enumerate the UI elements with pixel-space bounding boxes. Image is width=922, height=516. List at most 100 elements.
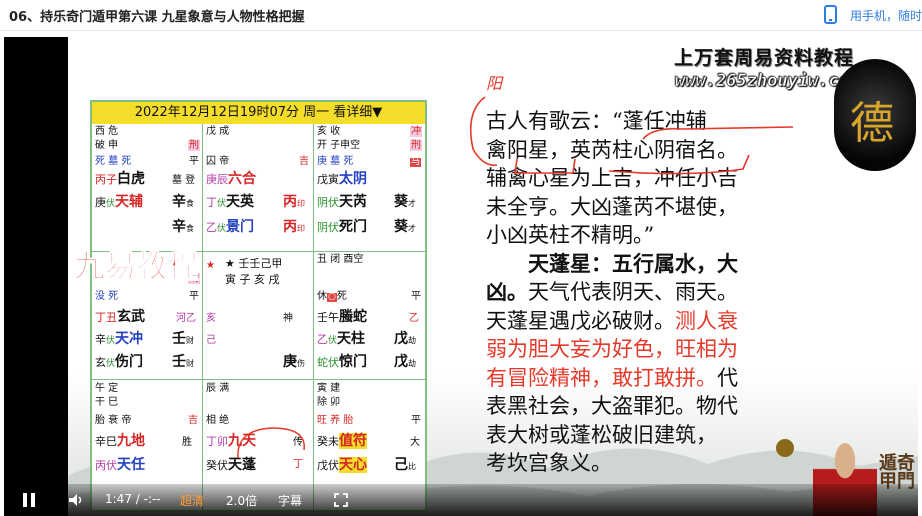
cell-line: 丙印 xyxy=(283,194,305,210)
cell-line: 庚伤 xyxy=(283,354,305,370)
lesson-line: 代 xyxy=(717,365,738,390)
cell-star-line: 戊寅太阴 xyxy=(317,171,367,187)
player-controls: 1:47 / -:-- 超清 2.0倍 字幕 xyxy=(4,484,918,516)
xing-tag: 刑 xyxy=(188,140,200,151)
cell-line: 囚 帝 xyxy=(206,156,230,167)
video-player[interactable]: 2022年12月12日19时07分 周一 看详细▼ 西 危 破 申 刑 死 墓 … xyxy=(4,37,918,516)
cell-star-line: 丙伏天任 xyxy=(95,457,145,473)
cell-line: 戊劫 xyxy=(394,331,416,347)
lesson-highlight: 测人衰 xyxy=(675,308,738,333)
cell-star-line: 丁伏天英 xyxy=(206,194,255,210)
subtitle-button[interactable]: 字幕 xyxy=(278,492,302,509)
watermark-slogan: 上万套周易资料教程 xyxy=(674,47,855,69)
cell-line: 亥 收 xyxy=(317,126,341,137)
cell-line: 胜 xyxy=(182,437,192,448)
xing-tag: 刑 xyxy=(410,140,422,151)
cell-line: 庚 墓 死 xyxy=(317,156,354,167)
jiuyi-watermark: 九易教程 xyxy=(74,249,199,286)
time-display: 1:47 / -:-- xyxy=(105,492,161,506)
cell-line: 胎 衰 帝 xyxy=(95,415,132,426)
cell-line: 寅 建 xyxy=(317,383,341,394)
cell-star-line: 蛇伏惊门 xyxy=(317,354,367,370)
cell-line: 河乙 xyxy=(176,313,196,324)
cell-star-line: 丁丑玄武 xyxy=(95,309,145,325)
fullscreen-icon[interactable] xyxy=(334,493,348,507)
quality-button[interactable]: 超清 xyxy=(180,492,204,509)
cell-line: 平 xyxy=(189,156,199,167)
cell-star-line: 庚伏天辅 xyxy=(95,194,144,210)
cell-line: 相 绝 xyxy=(206,415,230,426)
qimen-chart: 2022年12月12日19时07分 周一 看详细▼ 西 危 破 申 刑 死 墓 … xyxy=(90,100,427,512)
cell-line: 寅 子 亥 戌 xyxy=(225,273,280,286)
cell-line: 死 墓 死 xyxy=(95,156,132,167)
lesson-highlight: 弱为胆大妄为好色，旺相为 xyxy=(486,337,738,361)
cell-star-line: 玄伏伤门 xyxy=(95,354,144,370)
lesson-line: 小凶英柱不精明。” xyxy=(486,223,655,247)
lesson-line: 天蓬星遇戊必破财。 xyxy=(486,308,675,333)
cell-star-line: 丙子白虎 xyxy=(95,171,145,187)
cell-line: 西 危 xyxy=(95,126,119,137)
cell-line: 平 xyxy=(411,415,421,426)
cell-line: 吉 xyxy=(188,415,198,426)
palace-cell: 丑 闭 酉空 休○死 平 壬午螣蛇 乙 乙伏天柱 戊劫 蛇伏惊门 戊劫 xyxy=(314,252,425,380)
cell-line: 丑 闭 酉空 xyxy=(317,254,364,265)
cell-line: 旺 养 胎 xyxy=(317,415,354,426)
lesson-line: 未全亨。大凶蓬芮不堪使， xyxy=(486,194,738,219)
cell-line: 辛食 xyxy=(172,194,194,210)
cell-line: ★ 壬壬己甲 xyxy=(225,257,283,270)
cell-star-line: 壬午螣蛇 xyxy=(317,309,367,325)
cell-line: 神 xyxy=(283,313,293,324)
cell-line: 休○死 xyxy=(317,291,347,302)
volume-icon[interactable] xyxy=(68,493,84,507)
cell-line: 戊劫 xyxy=(394,354,416,370)
cell-star-line: 庚辰六合 xyxy=(206,171,256,187)
cell-line: 丙印 xyxy=(283,219,305,235)
chong-tag: 冲 xyxy=(410,126,422,137)
cell-line: 葵才 xyxy=(394,219,416,235)
cell-line: 大 xyxy=(410,437,420,448)
cell-star-line: 辛巳九地 xyxy=(95,433,145,449)
cell-line: 午 定 xyxy=(95,383,119,394)
pen-annotation xyxy=(237,427,305,459)
lesson-heading: 天蓬星：五行属水，大 xyxy=(528,250,738,276)
cell-star-line: 癸未值符 xyxy=(317,433,367,449)
ma-tag: 马 xyxy=(410,157,422,167)
cell-line: 除 卯 xyxy=(317,397,341,408)
cell-line: 开 子申空 xyxy=(317,140,361,151)
cell-star-line: 戊伏天心 xyxy=(317,457,367,473)
cell-line: 亥 xyxy=(206,313,216,324)
cell-line: 乙 xyxy=(409,313,419,324)
palace-cell: 戊 成 囚 帝 吉 庚辰六合 丁伏天英 丙印 乙伏景门 丙印 xyxy=(203,124,314,252)
cell-line: 没 死 xyxy=(95,291,119,302)
lesson-highlight: 有冒险精神，敢打敢拼。 xyxy=(486,365,717,390)
pause-icon[interactable] xyxy=(23,493,36,507)
cell-line: 辛食 xyxy=(172,219,194,235)
mobile-phone-icon[interactable] xyxy=(824,5,837,24)
cell-line: 己 xyxy=(206,335,216,346)
cell-star-line: 乙伏天柱 xyxy=(317,331,366,347)
lesson-line: 表黑社会，大盗罪犯。物代 xyxy=(486,394,738,418)
course-title: 06、持乐奇门遁甲第六课 九星象意与人物性格把握 xyxy=(9,10,305,25)
lesson-line: 天气代表阴天、雨天。 xyxy=(528,280,738,304)
cell-line: 破 申 xyxy=(95,140,119,151)
speed-button[interactable]: 2.0倍 xyxy=(226,492,257,509)
video-frame: 2022年12月12日19时07分 周一 看详细▼ 西 危 破 申 刑 死 墓 … xyxy=(68,37,918,516)
pen-markings xyxy=(469,96,794,175)
cell-line: 平 xyxy=(411,291,421,302)
seal-icon xyxy=(776,439,794,457)
mobile-watch-link[interactable]: 用手机，随时 xyxy=(850,7,922,24)
cell-line: 壬财 xyxy=(172,354,194,370)
cell-line: 己比 xyxy=(394,457,416,473)
lesson-heading-tail: 凶。 xyxy=(486,279,528,304)
palace-cell: 西 危 破 申 刑 死 墓 死 平 丙子白虎 墓 登 庚伏天辅 辛食 辛食 xyxy=(92,124,203,252)
title-bar: 06、持乐奇门遁甲第六课 九星象意与人物性格把握 用手机，随时 xyxy=(0,0,922,31)
cell-line: 平 xyxy=(189,291,199,302)
cell-star-line: 辛伏天冲 xyxy=(95,331,144,347)
cell-line: 辰 满 xyxy=(206,383,230,394)
cell-line: 墓 登 xyxy=(172,175,196,186)
cell-line: 干 巳 xyxy=(95,397,119,408)
cell-star-line: 阴伏天芮 xyxy=(317,194,367,210)
cell-star-line: 乙伏景门 xyxy=(206,219,255,235)
star-mark: ★ xyxy=(206,260,215,271)
chart-datetime-header[interactable]: 2022年12月12日19时07分 周一 看详细▼ xyxy=(92,102,425,124)
